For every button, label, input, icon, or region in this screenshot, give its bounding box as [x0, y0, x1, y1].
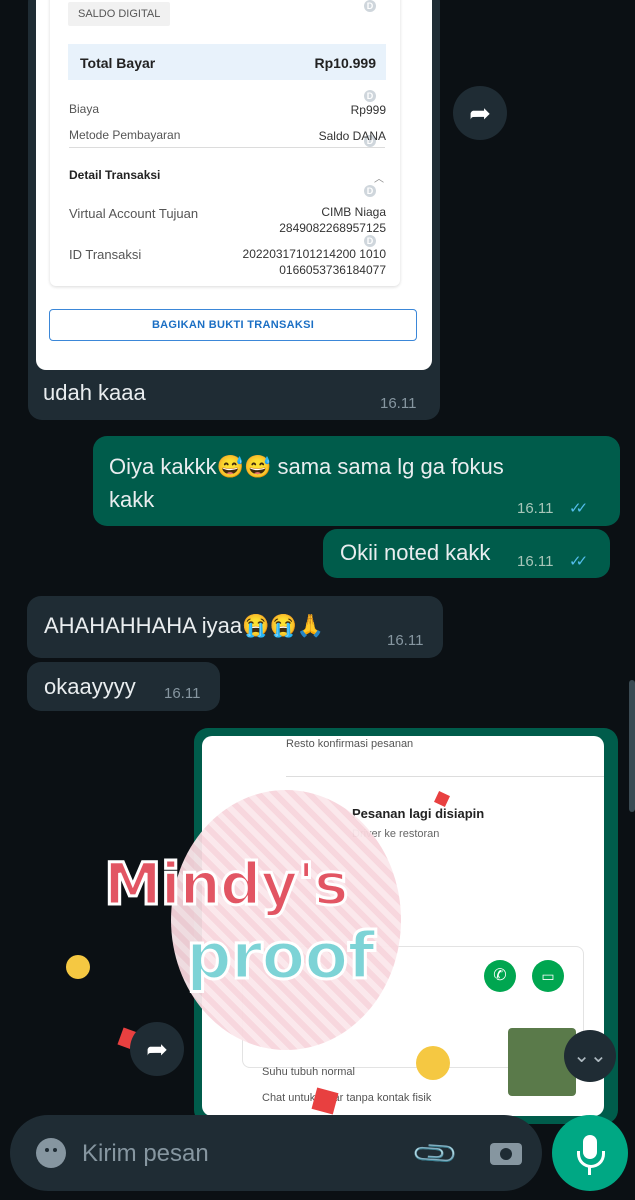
message-composer: 📎	[10, 1115, 542, 1191]
emoji-icon[interactable]	[36, 1138, 66, 1168]
watermark-word: proof	[184, 919, 376, 996]
message-time: 16.11	[164, 685, 201, 702]
message-text: Okii noted kakk	[340, 540, 491, 565]
message-text: Oiya kakkk😅😅 sama sama lg ga fokus	[109, 454, 504, 479]
message-time: 16.11	[517, 500, 554, 517]
id-label: ID Transaksi	[69, 247, 142, 262]
dana-coin-icon: D	[364, 185, 376, 197]
va-bank: CIMB Niaga	[321, 205, 386, 219]
message-input[interactable]	[80, 1133, 404, 1175]
id-line-1: 20220317101214200 1010	[242, 247, 386, 261]
scrollbar[interactable]	[629, 680, 635, 812]
detail-title: Detail Transaksi	[69, 168, 161, 182]
watermark-word: Mindy's	[103, 849, 350, 920]
va-label: Virtual Account Tujuan	[69, 206, 199, 221]
attach-icon[interactable]: 📎	[410, 1129, 461, 1180]
share-proof-button: BAGIKAN BUKTI TRANSAKSI	[49, 309, 417, 341]
message-text: kakk	[109, 487, 155, 512]
forward-icon[interactable]: ➦	[130, 1022, 184, 1076]
outgoing-message[interactable]: Oiya kakkk😅😅 sama sama lg ga fokus kakk …	[93, 436, 620, 526]
microphone-stand	[577, 1151, 605, 1168]
message-time: 16.11	[387, 632, 424, 649]
chevron-up-icon: ︿	[374, 174, 384, 185]
dana-coin-icon: D	[364, 0, 376, 12]
dana-coin-icon: D	[364, 90, 376, 102]
status-divider	[286, 776, 604, 777]
message-text: okaayyyy	[44, 674, 136, 699]
status-line: Chat untuk antar tanpa kontak fisik	[262, 1092, 432, 1104]
incoming-message[interactable]: okaayyyy 16.11	[27, 662, 220, 711]
id-line-2: 0166053736184077	[279, 263, 386, 277]
confetti-dot	[416, 1046, 450, 1080]
fee-value: Rp999	[350, 103, 386, 117]
message-time: 16.11	[380, 395, 417, 412]
message-time: 16.11	[517, 553, 554, 570]
fee-label: Biaya	[69, 102, 100, 116]
phone-icon: ✆	[484, 960, 516, 992]
scroll-down-icon[interactable]: ⌄⌄	[564, 1030, 616, 1082]
read-receipt-icon: ✓✓	[569, 553, 588, 570]
camera-icon[interactable]	[490, 1143, 522, 1165]
image-caption: udah kaaa	[43, 380, 146, 405]
microphone-leg	[588, 1167, 591, 1175]
outgoing-message[interactable]: Okii noted kakk 16.11 ✓✓	[323, 529, 610, 578]
forward-icon[interactable]: ➦	[453, 86, 507, 140]
receipt-divider	[69, 147, 385, 148]
confetti-dot	[66, 955, 90, 979]
status-line: Resto konfirmasi pesanan	[286, 738, 414, 750]
total-row: Total Bayar Rp10.999	[68, 44, 386, 80]
incoming-message[interactable]: AHAHAHHAHA iyaa😭😭🙏 16.11	[27, 596, 443, 658]
saldo-digital-badge: SALDO DIGITAL	[68, 2, 171, 26]
read-receipt-icon: ✓✓	[569, 500, 588, 517]
message-text: AHAHAHHAHA iyaa😭😭🙏	[44, 613, 325, 638]
receipt-image[interactable]: D D D D D D SALDO DIGITAL Total Bayar Rp…	[36, 0, 432, 370]
va-number: 2849082268957125	[279, 221, 386, 235]
microphone-button[interactable]	[552, 1115, 628, 1191]
method-label: Metode Pembayaran	[69, 128, 181, 142]
method-value: Saldo DANA	[318, 129, 386, 143]
chat-icon: ▭	[532, 960, 564, 992]
total-value: Rp10.999	[314, 55, 376, 71]
total-label: Total Bayar	[80, 55, 156, 71]
